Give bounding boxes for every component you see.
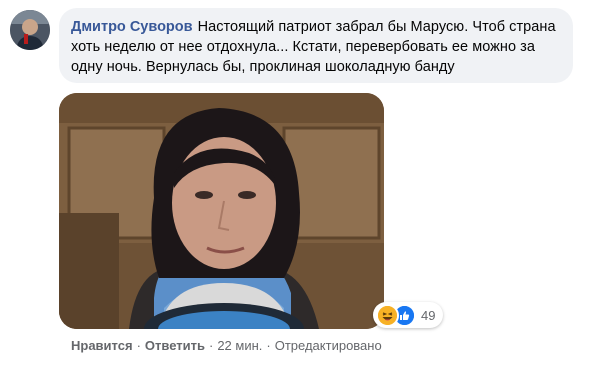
like-button[interactable]: Нравится [71, 338, 133, 353]
comment-actions: Нравится · Ответить · 22 мин. · Отредакт… [71, 338, 382, 353]
reactions-summary[interactable]: 49 [373, 302, 444, 328]
comment-timestamp[interactable]: 22 мин. [217, 338, 262, 353]
separator-dot: · [208, 338, 214, 353]
avatar[interactable] [10, 10, 50, 50]
comment-author[interactable]: Дмитро Суворов [71, 19, 193, 35]
separator-dot: · [136, 338, 141, 353]
edited-label[interactable]: Отредактировано [275, 338, 382, 353]
separator-dot: · [266, 338, 271, 353]
reply-button[interactable]: Ответить [145, 338, 205, 353]
comment-bubble: Дмитро Суворов Настоящий патриот забрал б… [59, 8, 573, 83]
haha-icon [376, 303, 399, 327]
comment-photo[interactable] [59, 93, 384, 329]
reaction-count: 49 [421, 307, 436, 323]
